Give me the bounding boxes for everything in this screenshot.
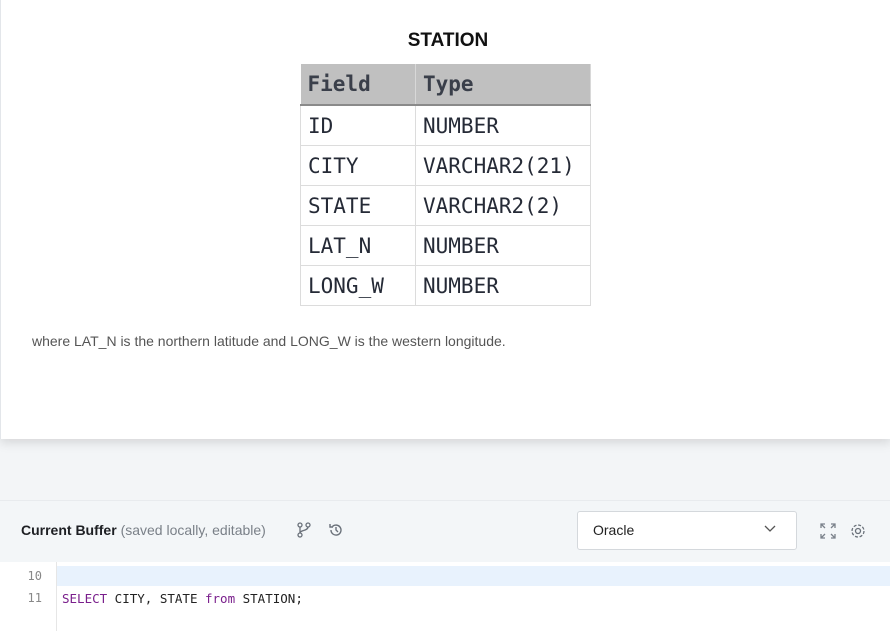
line-gutter: 10 11 (0, 562, 57, 631)
column-header: Field (300, 64, 416, 106)
line-number: 11 (27, 591, 42, 605)
buffer-title: Current Buffer (saved locally, editable) (21, 522, 266, 538)
description: where LAT_N is the northern latitude and… (32, 333, 506, 349)
field-cell: ID (300, 104, 416, 146)
buffer-title-text: Current Buffer (21, 522, 117, 538)
code-text: CITY, STATE (107, 591, 205, 606)
field-cell: STATE (300, 185, 416, 226)
keyword: from (205, 591, 236, 606)
chevron-down-icon (764, 521, 776, 537)
schema-table: Field Type ID NUMBER CITY VARCHAR2(21) STA… (300, 64, 591, 306)
table-row: CITY VARCHAR2(21) (300, 145, 591, 186)
problem-card: STATION Field Type ID NUMBER CITY VARCHAR2… (0, 0, 890, 439)
table-row: ID NUMBER (300, 104, 591, 146)
line-number: 10 (27, 569, 42, 583)
buffer-header: Current Buffer (saved locally, editable)… (0, 500, 890, 563)
buffer-subtitle: (saved locally, editable) (120, 522, 266, 538)
table-title: STATION (407, 30, 489, 51)
table-row: STATE VARCHAR2(2) (300, 185, 591, 226)
field-cell: LAT_N (300, 225, 416, 266)
field-cell: CITY (300, 145, 416, 186)
type-cell: VARCHAR2(2) (415, 185, 591, 226)
column-header: Type (415, 64, 591, 106)
gear-icon[interactable] (849, 522, 867, 544)
field-cell: LONG_W (300, 265, 416, 306)
type-cell: NUMBER (415, 104, 591, 146)
active-line (57, 566, 890, 586)
language-value: Oracle (593, 522, 635, 538)
table-row: LAT_N NUMBER (300, 225, 591, 266)
fullscreen-icon[interactable] (819, 522, 837, 544)
type-cell: NUMBER (415, 265, 591, 306)
code-text: STATION; (235, 591, 303, 606)
language-select[interactable]: Oracle (577, 511, 797, 550)
type-cell: VARCHAR2(21) (415, 145, 591, 186)
table-row: LONG_W NUMBER (300, 265, 591, 306)
type-cell: NUMBER (415, 225, 591, 266)
code-editor[interactable]: 10 11 SELECT CITY, STATE from STATION; (0, 562, 890, 631)
code-line[interactable]: SELECT CITY, STATE from STATION; (62, 591, 303, 606)
keyword: SELECT (62, 591, 108, 606)
branch-icon[interactable] (297, 522, 311, 542)
history-icon[interactable] (328, 522, 344, 542)
